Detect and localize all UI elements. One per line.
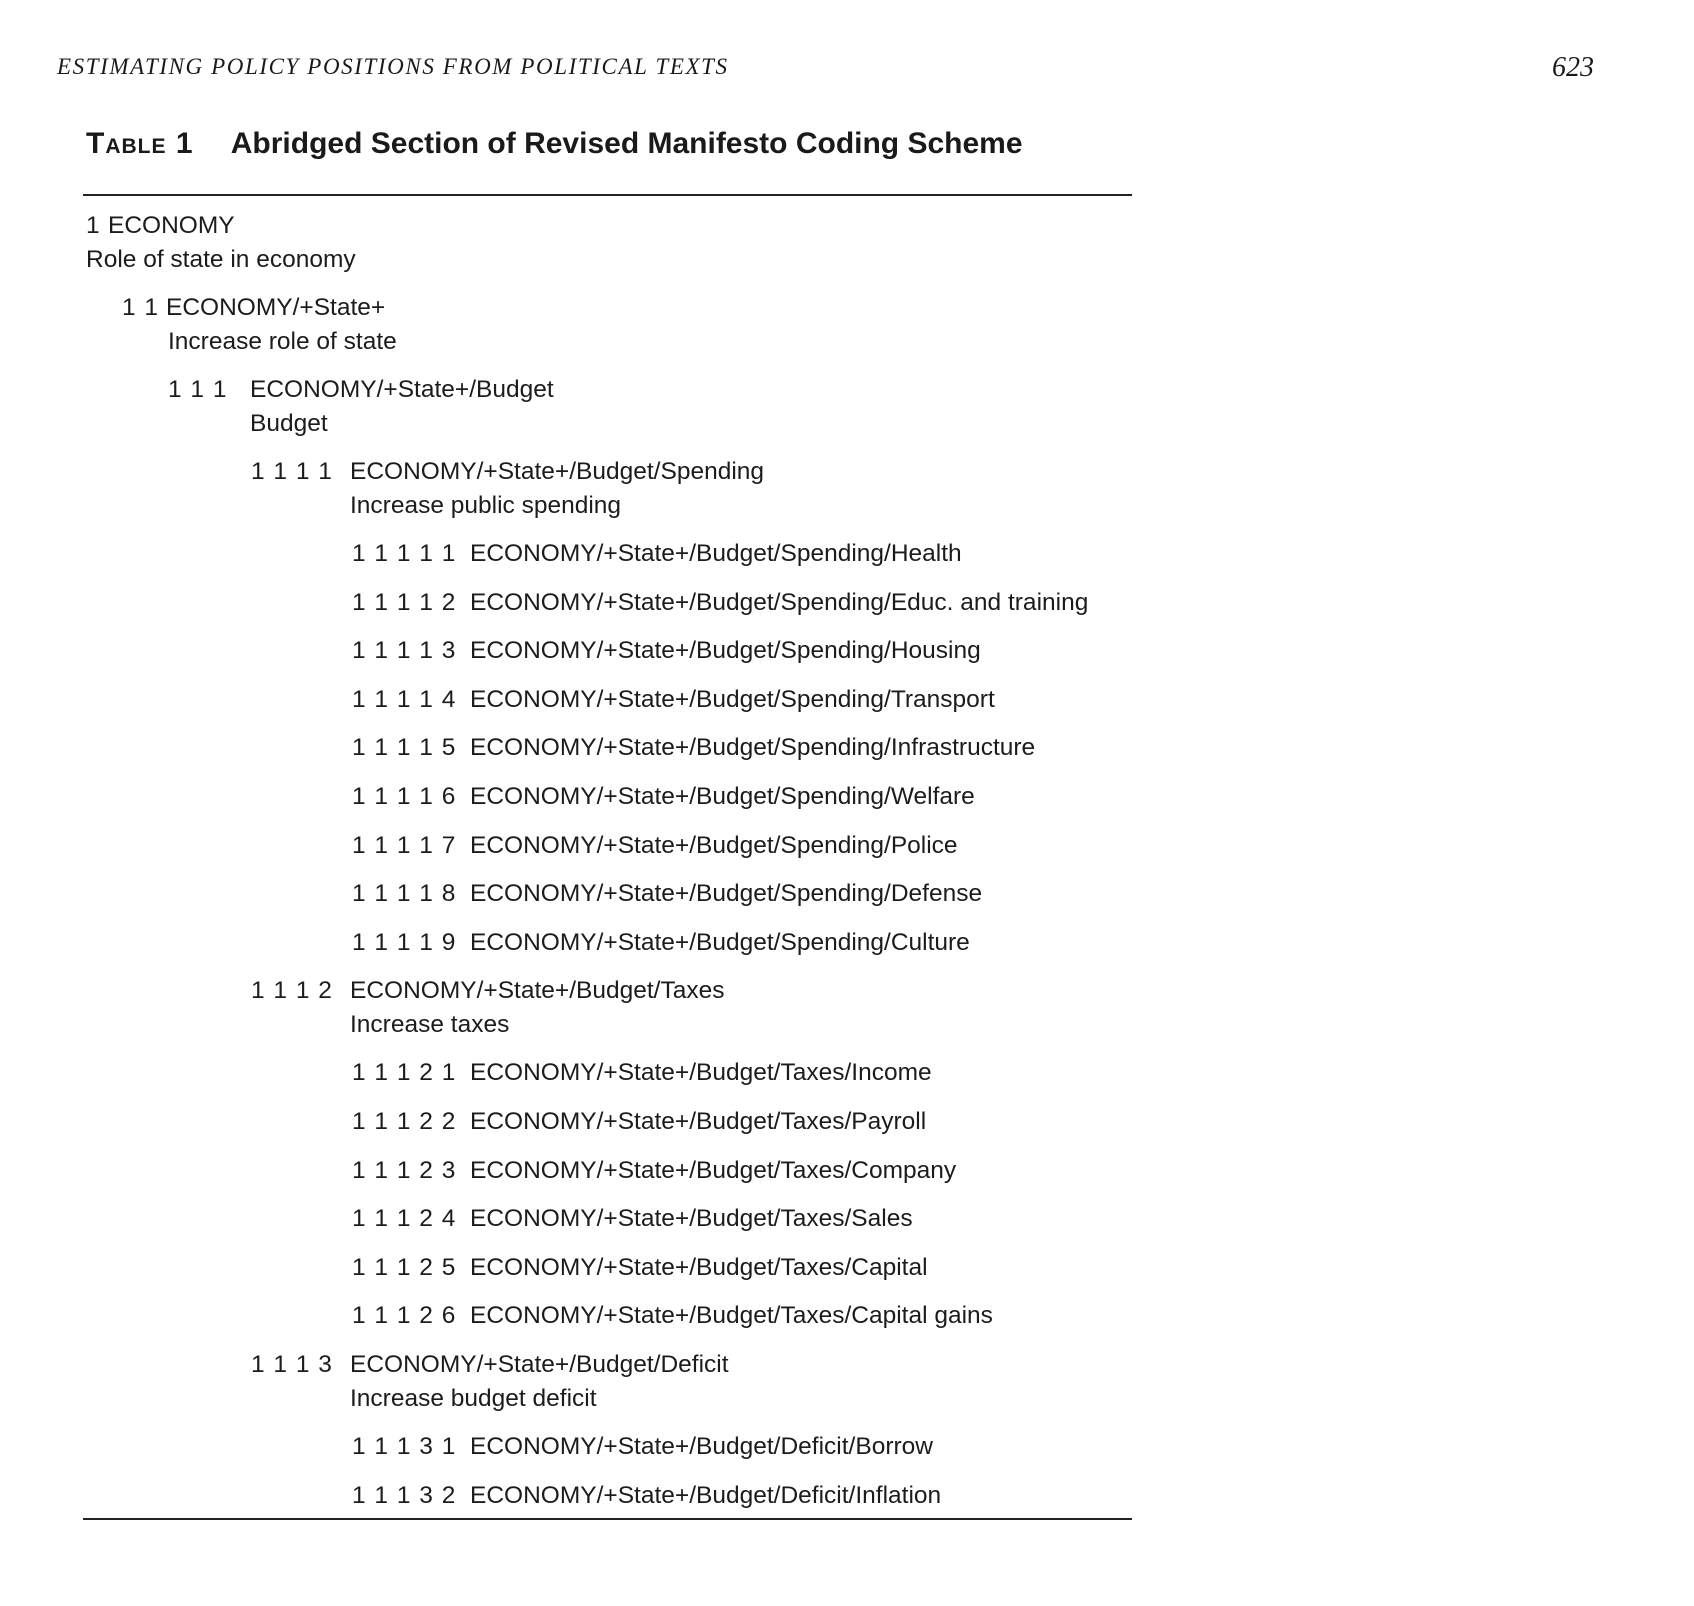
category-path: ECONOMY/+State+/Budget/Deficit/Borrow (470, 1433, 933, 1460)
category-path: ECONOMY/+State+/Budget/Taxes/Sales (470, 1205, 913, 1233)
category-description: Increase budget deficit (350, 1385, 597, 1412)
category-path: ECONOMY/+State+/Budget/Taxes/Capital (470, 1253, 928, 1281)
category-path: ECONOMY/+State+/Budget/Spending/Defense (470, 880, 983, 908)
category-code: 1 1 1 (168, 376, 227, 403)
category-code: 1 (86, 212, 100, 239)
category-path: ECONOMY/+State+ (166, 294, 386, 321)
category-path: ECONOMY/+State+/Budget/Deficit/Inflation (470, 1481, 942, 1509)
category-description: Increase taxes (350, 1011, 510, 1039)
category-code: 1 1 1 3 1 (352, 1433, 456, 1460)
category-path: ECONOMY/+State+/Budget/Spending/Welfare (470, 783, 975, 810)
category-path: ECONOMY/+State+/Budget/Spending (350, 458, 765, 485)
category-path: ECONOMY/+State+/Budget/Spending/Police (470, 831, 958, 859)
table-bottom-rule (83, 1518, 1132, 1520)
category-path: ECONOMY/+State+/Budget/Spending/Transpor… (470, 685, 995, 713)
table-caption: Table 1 Abridged Section of Revised Mani… (86, 127, 1023, 161)
category-path: ECONOMY/+State+/Budget/Taxes/Capital gai… (470, 1302, 993, 1330)
page-number: 623 (1552, 52, 1594, 83)
table-label: Table 1 (86, 127, 194, 160)
category-description: Increase public spending (350, 492, 622, 519)
category-path: ECONOMY/+State+/Budget/Spending/Health (470, 540, 962, 567)
category-description: Budget (250, 410, 328, 437)
category-code: 1 1 1 2 2 (352, 1108, 456, 1135)
category-code: 1 1 1 2 4 (352, 1205, 456, 1233)
category-code: 1 1 1 1 6 (352, 783, 456, 810)
table-title: Abridged Section of Revised Manifesto Co… (230, 127, 1023, 160)
category-path: ECONOMY/+State+/Budget/Taxes/Payroll (470, 1108, 927, 1135)
category-path: ECONOMY/+State+/Budget/Taxes/Income (470, 1059, 932, 1087)
table-top-rule (83, 194, 1132, 196)
category-code: 1 1 1 1 4 (352, 685, 456, 713)
category-code: 1 1 1 1 1 (352, 540, 456, 567)
running-head: ESTIMATING POLICY POSITIONS FROM POLITIC… (57, 54, 729, 79)
category-code: 1 1 1 2 6 (352, 1302, 456, 1330)
category-path: ECONOMY/+State+/Budget (250, 376, 554, 403)
category-code: 1 1 (122, 294, 159, 321)
category-code: 1 1 1 2 3 (352, 1156, 456, 1184)
category-code: 1 1 1 3 (251, 1351, 332, 1378)
category-path: ECONOMY/+State+/Budget/Spending/Infrastr… (470, 734, 1036, 762)
category-code: 1 1 1 1 7 (352, 831, 456, 859)
category-code: 1 1 1 2 1 (352, 1059, 456, 1087)
category-code: 1 1 1 2 5 (352, 1253, 456, 1281)
category-code: 1 1 1 1 2 (352, 588, 456, 616)
category-path: ECONOMY/+State+/Budget/Taxes (350, 977, 725, 1005)
category-description: Increase role of state (168, 328, 397, 355)
category-code: 1 1 1 1 8 (352, 880, 456, 908)
category-path: ECONOMY (108, 212, 235, 239)
category-path: ECONOMY/+State+/Budget/Spending/Culture (470, 928, 970, 956)
category-code: 1 1 1 1 9 (352, 928, 456, 956)
category-code: 1 1 1 1 5 (352, 734, 456, 762)
category-path: ECONOMY/+State+/Budget/Deficit (350, 1351, 729, 1378)
category-code: 1 1 1 3 2 (352, 1481, 456, 1509)
category-description: Role of state in economy (86, 246, 356, 273)
category-path: ECONOMY/+State+/Budget/Spending/Housing (470, 637, 981, 665)
category-code: 1 1 1 1 3 (352, 637, 456, 665)
category-path: ECONOMY/+State+/Budget/Spending/Educ. an… (470, 588, 1089, 616)
category-path: ECONOMY/+State+/Budget/Taxes/Company (470, 1156, 957, 1184)
category-code: 1 1 1 1 (251, 458, 332, 485)
category-code: 1 1 1 2 (251, 977, 332, 1005)
